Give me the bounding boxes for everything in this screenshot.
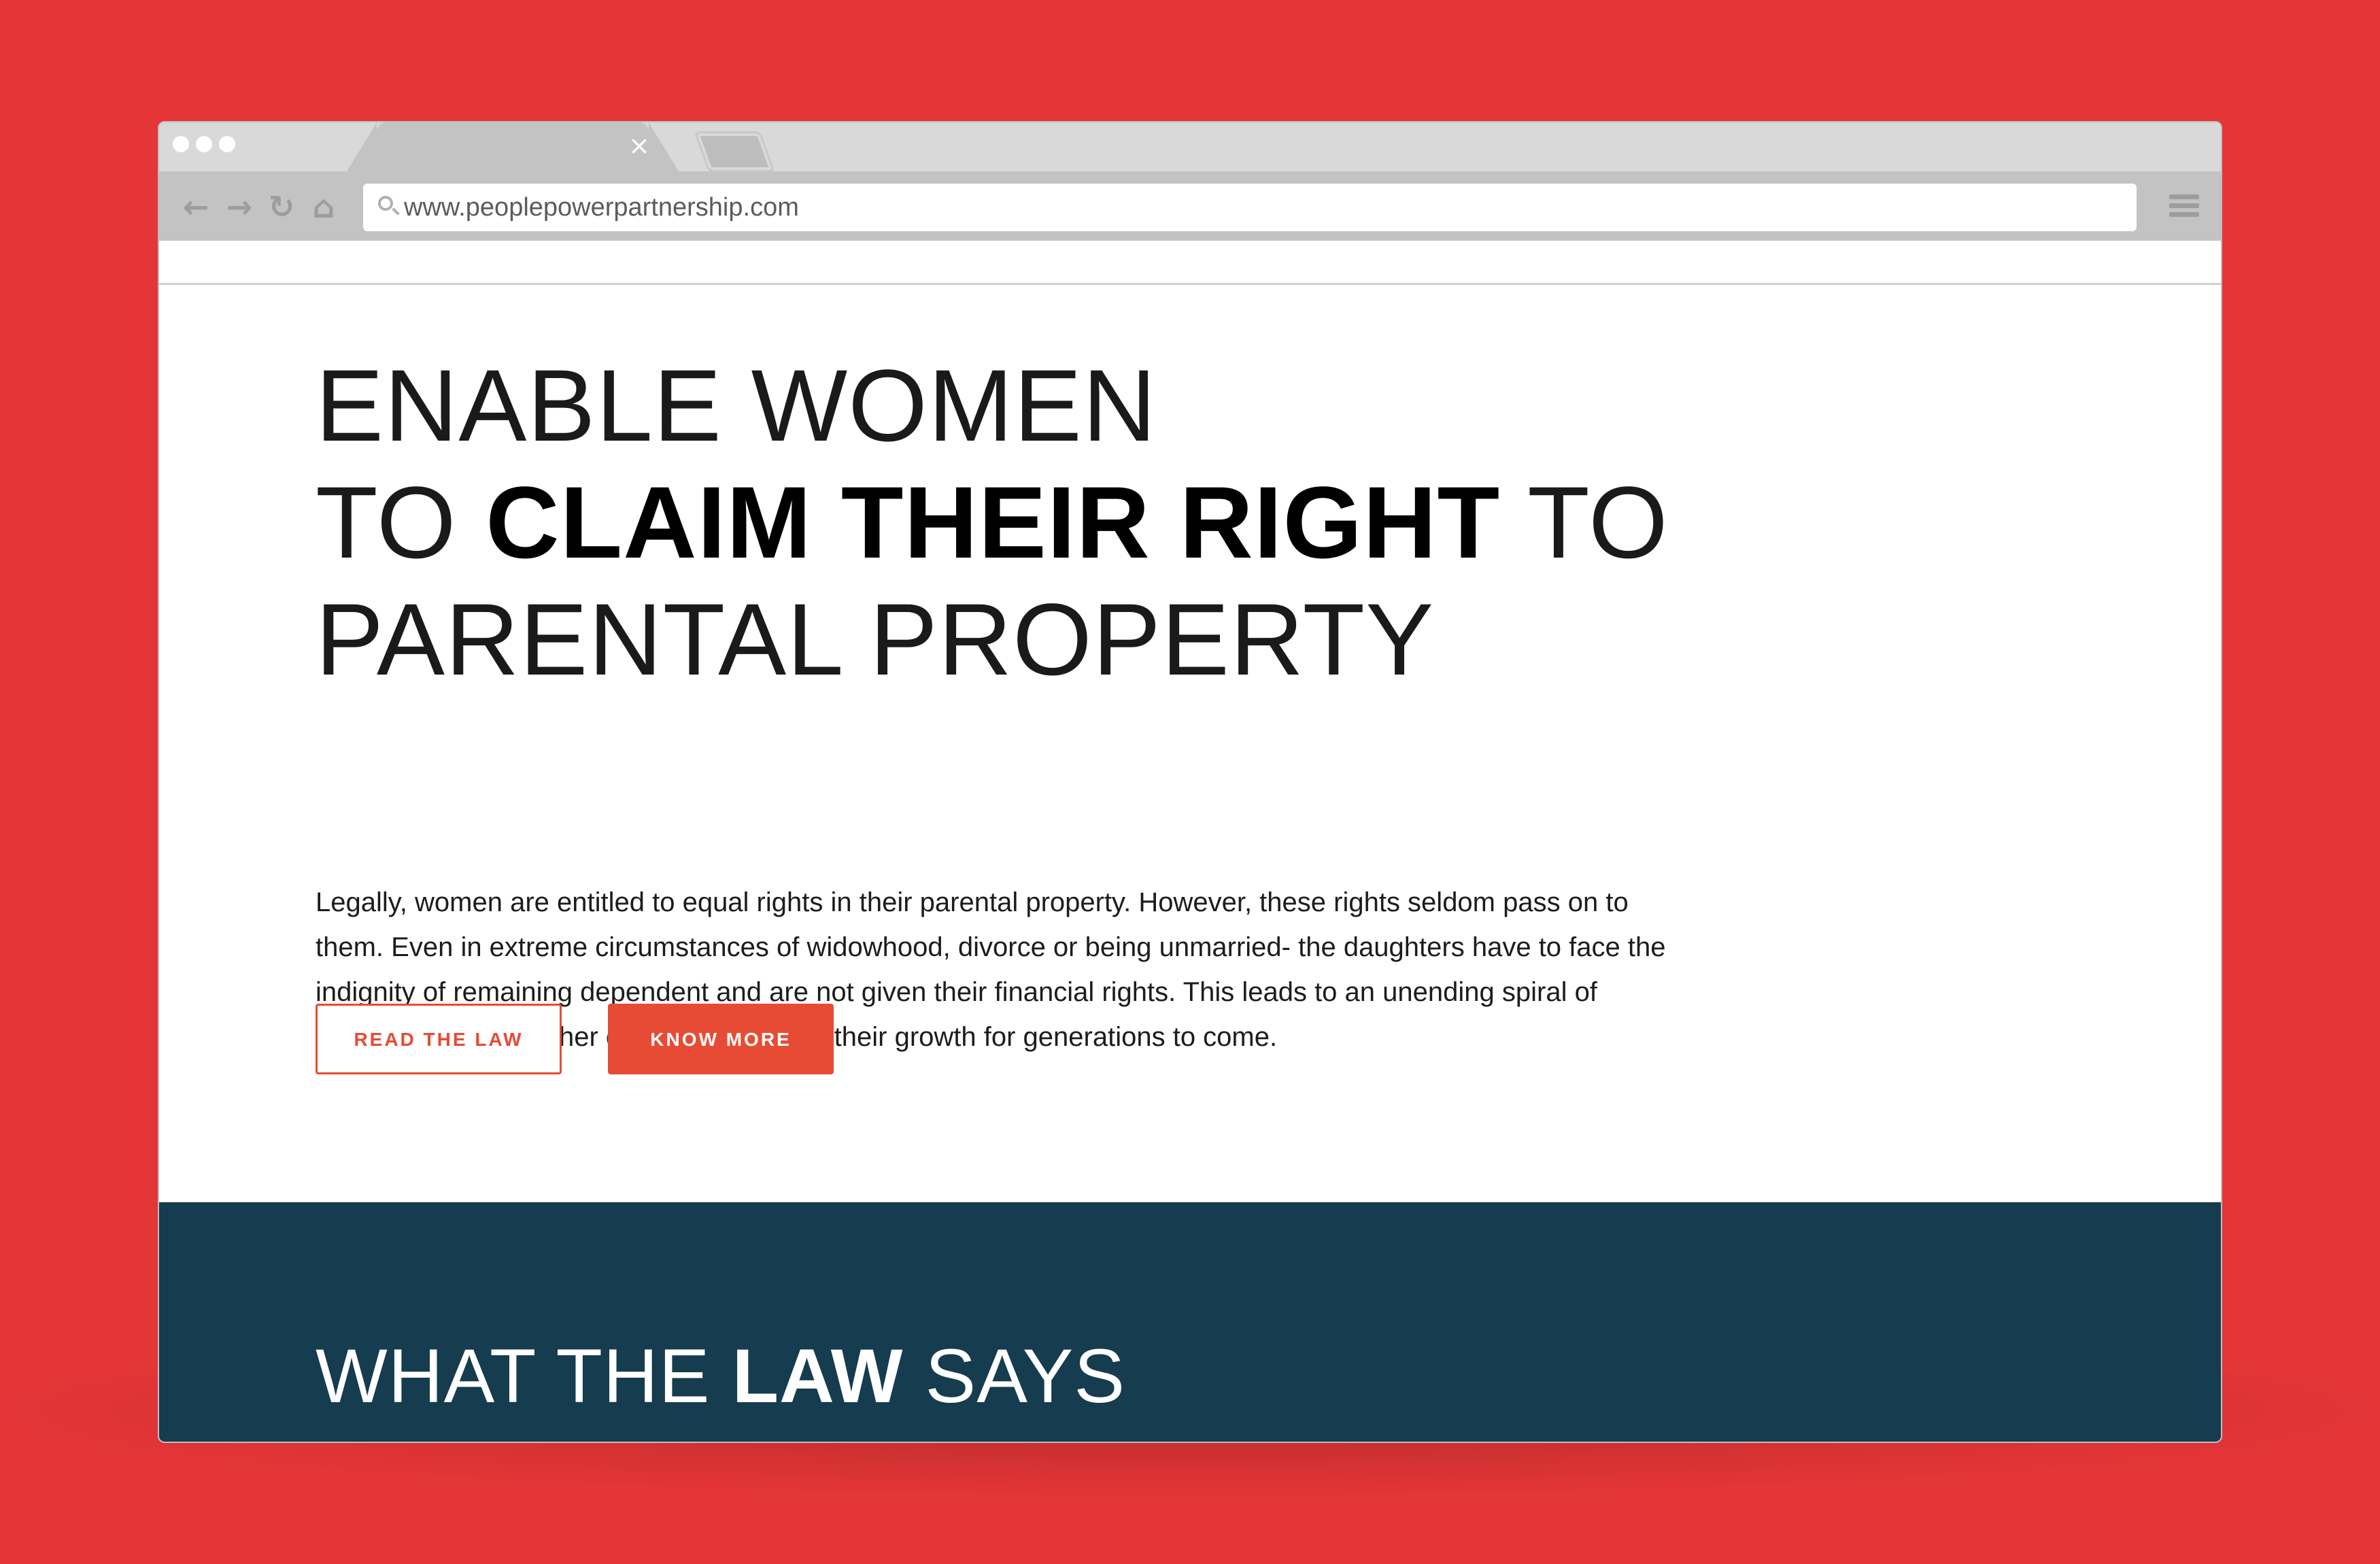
- browser-window: × ← → ↻ ⌂ www.peoplepowerpartnership.com…: [158, 121, 2222, 1443]
- law-title-suffix: SAYS: [903, 1333, 1126, 1418]
- back-arrow-icon[interactable]: ←: [177, 188, 215, 226]
- law-section: WHAT THE LAW SAYS: [159, 1202, 2221, 1442]
- url-text[interactable]: www.peoplepowerpartnership.com: [404, 184, 799, 231]
- law-section-title: WHAT THE LAW SAYS: [316, 1336, 1125, 1417]
- forward-arrow-icon[interactable]: →: [220, 188, 258, 226]
- tab-active[interactable]: ×: [347, 122, 679, 171]
- headline-line-2-suffix: TO: [1500, 465, 1669, 579]
- law-title-emphasis: LAW: [732, 1333, 904, 1418]
- hero-headline: ENABLE WOMEN TO CLAIM THEIR RIGHT TO PAR…: [316, 347, 1669, 698]
- header-divider: [159, 283, 2221, 285]
- reload-icon[interactable]: ↻: [262, 188, 301, 226]
- new-tab-button[interactable]: [694, 131, 775, 172]
- home-icon[interactable]: ⌂: [305, 188, 343, 226]
- window-control-close[interactable]: [173, 136, 189, 152]
- address-bar[interactable]: www.peoplepowerpartnership.com: [363, 184, 2137, 231]
- close-icon[interactable]: ×: [626, 132, 653, 159]
- window-control-maximize[interactable]: [219, 136, 235, 152]
- headline-line-1: ENABLE WOMEN: [316, 348, 1157, 462]
- headline-line-3: PARENTAL PROPERTY: [316, 582, 1435, 696]
- headline-emphasis: CLAIM THEIR RIGHT: [486, 465, 1501, 579]
- menu-icon[interactable]: [2169, 194, 2199, 219]
- headline-line-2: TO CLAIM THEIR RIGHT TO: [316, 464, 1669, 581]
- browser-toolbar: ← → ↻ ⌂ www.peoplepowerpartnership.com: [159, 171, 2221, 241]
- search-icon: [378, 196, 393, 211]
- law-title-prefix: WHAT THE: [316, 1333, 732, 1418]
- window-control-minimize[interactable]: [196, 136, 212, 152]
- read-the-law-button[interactable]: READ THE LAW: [316, 1004, 562, 1074]
- know-more-button[interactable]: KNOW MORE: [608, 1004, 834, 1074]
- headline-line-2-prefix: TO: [316, 465, 486, 579]
- tab-strip: ×: [159, 122, 2221, 172]
